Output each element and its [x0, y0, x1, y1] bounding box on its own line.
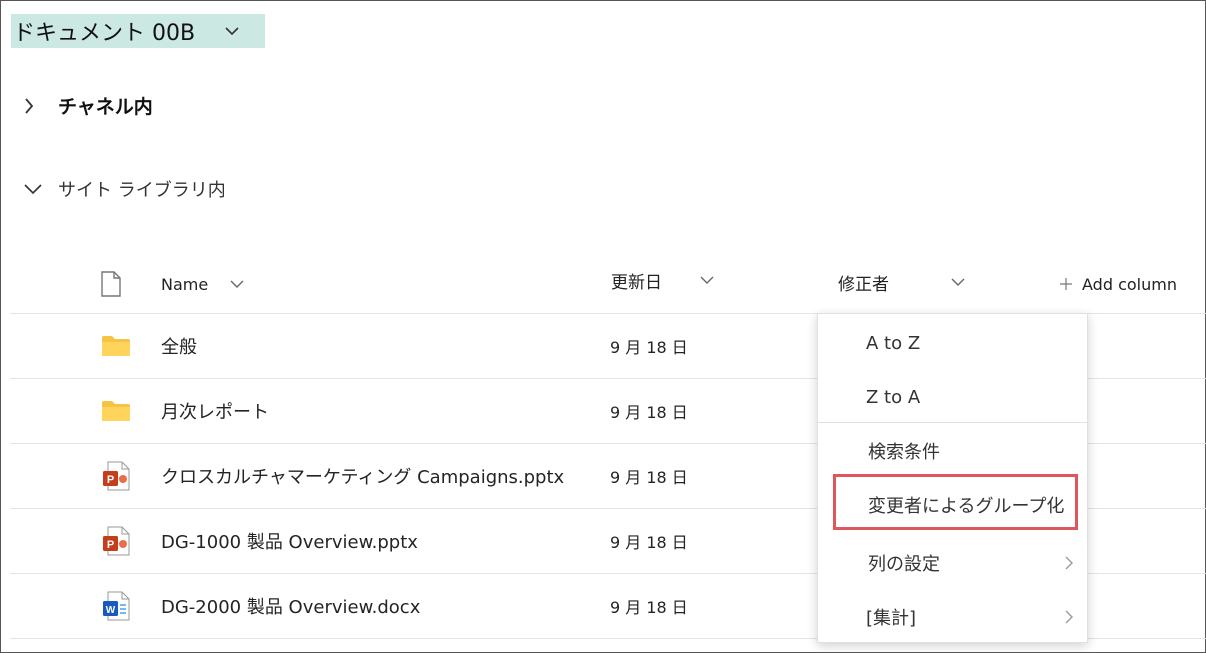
file-name[interactable]: 全般	[161, 314, 197, 378]
file-name[interactable]: クロスカルチャマーケティング Campaigns.pptx	[161, 444, 564, 508]
add-column-label: Add column	[1082, 274, 1177, 294]
chevron-right-icon[interactable]	[24, 97, 48, 114]
library-title: ドキュメント 00B	[13, 21, 196, 46]
folder-icon	[100, 379, 132, 443]
column-header-modified-by[interactable]: 修正者	[838, 260, 965, 304]
file-name[interactable]: 月次レポート	[161, 379, 269, 443]
menu-item-label: Z to A	[866, 386, 921, 408]
section-label: チャネル内	[58, 96, 153, 118]
column-header-modified[interactable]: 更新日	[611, 258, 714, 302]
add-column-button[interactable]: Add column	[1060, 262, 1177, 306]
svg-text:P: P	[107, 539, 114, 551]
chevron-right-icon	[1065, 556, 1073, 570]
menu-item-sort-a-to-z[interactable]: A to Z	[818, 316, 1087, 370]
menu-item-label: 列の設定	[868, 554, 940, 575]
menu-item-totals[interactable]: [集計]	[818, 590, 1087, 644]
list-header: Name 更新日 修正者 Add column	[0, 262, 1206, 306]
menu-item-column-settings[interactable]: 列の設定	[818, 536, 1087, 590]
modified-date: 9 月 18 日	[610, 468, 688, 487]
section-in-site-library[interactable]: サイト ライブラリ内	[24, 176, 226, 202]
powerpoint-icon: P	[100, 509, 132, 573]
section-in-channel[interactable]: チャネル内	[24, 92, 153, 119]
modified-date: 9 月 18 日	[610, 338, 688, 357]
chevron-down-icon[interactable]	[24, 184, 48, 194]
column-header-name[interactable]: Name	[161, 262, 244, 306]
svg-text:P: P	[107, 474, 114, 486]
chevron-down-icon[interactable]	[201, 14, 264, 48]
file-type-icon[interactable]	[100, 262, 122, 306]
section-label: サイト ライブラリ内	[58, 180, 226, 201]
menu-divider	[818, 422, 1087, 423]
chevron-down-icon	[230, 280, 244, 288]
column-label: Name	[161, 274, 209, 294]
file-name[interactable]: DG-1000 製品 Overview.pptx	[161, 509, 418, 573]
file-name[interactable]: DG-2000 製品 Overview.docx	[161, 574, 420, 638]
chevron-down-icon	[700, 276, 714, 284]
modified-date: 9 月 18 日	[610, 598, 688, 617]
svg-text:W: W	[106, 605, 116, 616]
menu-item-label: [集計]	[866, 608, 917, 629]
modified-date: 9 月 18 日	[610, 533, 688, 552]
chevron-right-icon	[1065, 610, 1073, 624]
folder-icon	[100, 314, 132, 378]
modified-date: 9 月 18 日	[610, 403, 688, 422]
callout-highlight-box	[833, 474, 1078, 530]
plus-icon	[1060, 278, 1072, 290]
column-label: 修正者	[838, 274, 889, 295]
menu-item-label: 検索条件	[868, 442, 940, 463]
chevron-down-icon	[951, 278, 965, 286]
column-label: 更新日	[611, 272, 662, 293]
library-title-button[interactable]: ドキュメント 00B	[11, 14, 266, 48]
menu-item-filter[interactable]: 検索条件	[818, 424, 1087, 478]
menu-item-label: A to Z	[866, 332, 921, 354]
menu-item-sort-z-to-a[interactable]: Z to A	[818, 370, 1087, 424]
powerpoint-icon: P	[100, 444, 132, 508]
word-icon: W	[100, 574, 132, 638]
